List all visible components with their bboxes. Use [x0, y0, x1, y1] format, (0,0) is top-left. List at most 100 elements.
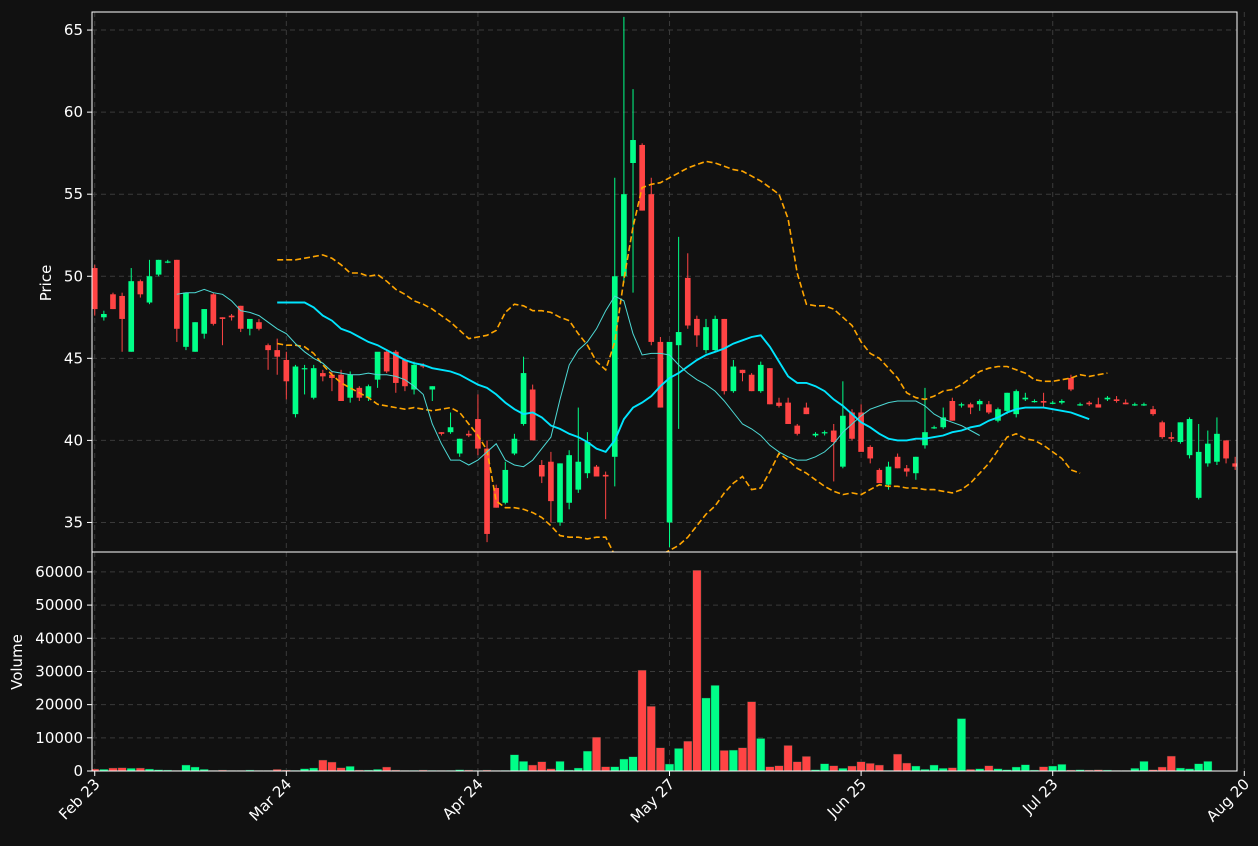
candle-body — [694, 318, 700, 336]
volume-bar — [728, 749, 738, 771]
candle-body — [155, 259, 162, 275]
candle-body — [247, 318, 253, 329]
candle-body — [548, 461, 554, 502]
volume-tick-label: 40000 — [35, 629, 83, 647]
volume-bar — [665, 763, 674, 771]
volume-bar — [874, 764, 884, 771]
candle-body — [265, 345, 271, 351]
volume-bar — [911, 765, 921, 771]
candle-body — [712, 318, 718, 351]
chart-background — [0, 0, 1258, 842]
candle-body — [1122, 402, 1129, 405]
candle-body — [475, 419, 481, 449]
volume-tick-label: 50000 — [35, 596, 83, 614]
volume-tick-label: 20000 — [35, 696, 83, 714]
volume-tick-label: 60000 — [35, 563, 83, 581]
candle-body — [986, 404, 992, 413]
volume-bar — [345, 766, 355, 771]
candle-body — [1068, 378, 1074, 390]
candle-body — [1022, 397, 1029, 400]
volume-bar — [893, 753, 903, 771]
candle-body — [840, 415, 846, 467]
candle-body — [164, 261, 171, 263]
candle-body — [374, 351, 381, 380]
volume-bar — [902, 762, 912, 771]
candle-body — [1223, 440, 1229, 459]
stock-chart: 35 40 45 50 55 60 65 0 10000 20000 30000 40000 5000… — [0, 0, 1258, 842]
price-tick-label: 45 — [64, 349, 83, 367]
volume-tick-label: 10000 — [35, 729, 83, 747]
candle-body — [931, 427, 937, 429]
volume-bar — [1203, 761, 1213, 771]
volume-bar — [1048, 765, 1058, 771]
volume-bar — [801, 756, 811, 771]
volume-bar — [382, 766, 392, 771]
price-tick-label: 60 — [64, 103, 83, 121]
volume-bar — [181, 764, 191, 771]
volume-bar — [1166, 755, 1176, 771]
volume-bar — [792, 761, 802, 771]
candle-body — [867, 446, 874, 459]
candle-body — [520, 373, 527, 424]
candle-body — [1004, 392, 1010, 411]
volume-bar — [747, 701, 757, 771]
candle-body — [1141, 404, 1147, 406]
candle-body — [538, 465, 545, 477]
candle-body — [1204, 443, 1211, 464]
candle-body — [456, 438, 463, 454]
candle-body — [949, 400, 956, 421]
candle-body — [301, 368, 308, 370]
volume-bar — [1157, 766, 1167, 771]
candle-body — [639, 144, 645, 211]
candle-body — [575, 461, 582, 490]
candle-body — [1195, 451, 1202, 498]
candle-body — [1159, 422, 1166, 438]
candle-body — [1168, 437, 1175, 439]
volume-bar — [719, 750, 729, 771]
candle-body — [92, 268, 98, 310]
candle-body — [785, 402, 791, 424]
candle-body — [429, 386, 436, 390]
candle-body — [602, 474, 609, 477]
volume-bar — [957, 718, 966, 771]
volume-bar — [610, 766, 620, 771]
candle-body — [1214, 433, 1220, 462]
candle-body — [402, 359, 408, 387]
candle-body — [566, 455, 572, 503]
candle-body — [894, 456, 901, 469]
price-tick-label: 55 — [64, 185, 83, 203]
candle-body — [767, 368, 773, 405]
volume-bar — [592, 736, 601, 771]
candle-body — [967, 404, 974, 408]
candle-body — [703, 327, 709, 351]
candle-body — [1186, 419, 1193, 456]
candle-body — [256, 322, 262, 329]
candle-body — [776, 402, 782, 406]
volume-bar — [1139, 761, 1149, 771]
candle-body — [1077, 404, 1083, 406]
candle-body — [447, 427, 454, 433]
volume-bar — [683, 740, 693, 771]
candle-body — [128, 281, 135, 352]
candle-body — [593, 466, 600, 477]
candle-body — [210, 294, 217, 324]
candle-body — [821, 432, 828, 434]
volume-bar — [601, 766, 611, 771]
volume-bar — [528, 764, 538, 771]
candle-body — [913, 456, 919, 474]
candle-body — [119, 295, 125, 319]
candle-body — [201, 309, 208, 334]
candle-body — [976, 400, 983, 405]
price-tick-label: 65 — [64, 21, 83, 39]
volume-bar — [318, 759, 328, 771]
price-axis-label: Price — [37, 265, 55, 302]
candle-body — [347, 374, 354, 398]
volume-bar — [929, 764, 939, 771]
candle-body — [101, 314, 107, 318]
price-tick-label: 35 — [64, 513, 83, 531]
candle-body — [283, 359, 290, 382]
candle-body — [219, 317, 226, 319]
volume-bar — [1194, 763, 1204, 771]
candle-body — [274, 350, 281, 357]
volume-bar — [327, 761, 337, 771]
